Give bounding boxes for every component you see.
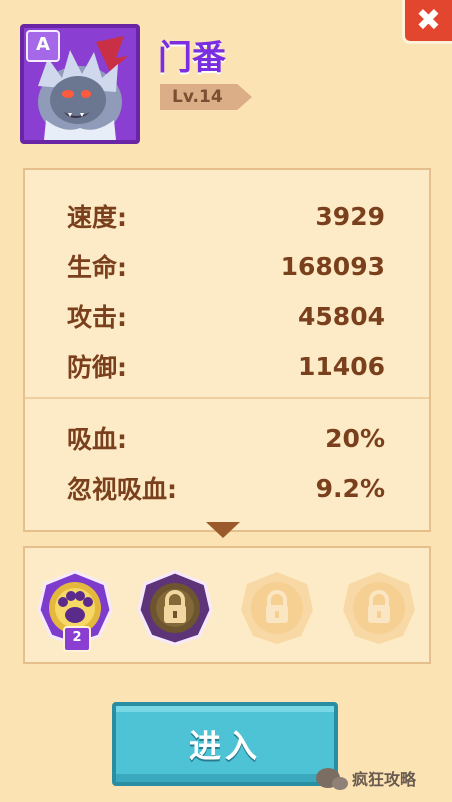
stat-row-lifesteal: 吸血: 20%	[67, 420, 385, 456]
stat-value: 3929	[315, 201, 385, 231]
stat-label: 速度:	[67, 203, 127, 232]
skill-slot-4[interactable]	[341, 570, 417, 646]
enter-button[interactable]: 进入	[112, 702, 338, 786]
watermark: 疯狂攻略	[316, 766, 416, 790]
stat-row-speed: 速度: 3929	[67, 198, 385, 234]
expand-arrow-icon[interactable]	[206, 522, 240, 538]
lock-icon	[343, 572, 415, 644]
stats-panel: 速度: 3929 生命: 168093 攻击: 45804 防御: 11406 …	[23, 168, 431, 532]
hero-name: 门番	[158, 38, 226, 78]
hero-portrait: A	[20, 24, 140, 144]
stat-label: 吸血:	[67, 425, 127, 454]
stat-label: 攻击:	[67, 303, 127, 332]
lock-icon	[241, 572, 313, 644]
lock-icon	[137, 570, 213, 646]
stat-row-hp: 生命: 168093	[67, 248, 385, 284]
close-icon: ✖	[415, 3, 442, 38]
skill-slot-1[interactable]: 2	[37, 570, 113, 652]
stat-label: 防御:	[67, 353, 127, 382]
stats-divider	[25, 397, 429, 399]
stat-row-ignore-lifesteal: 忽视吸血: 9.2%	[67, 470, 385, 506]
close-button[interactable]: ✖	[402, 0, 452, 44]
stat-value: 168093	[280, 251, 385, 281]
watermark-text: 疯狂攻略	[352, 770, 417, 789]
level-tag: Lv.14	[160, 84, 252, 110]
stat-value: 45804	[298, 301, 385, 331]
stat-row-attack: 攻击: 45804	[67, 298, 385, 334]
stat-value: 11406	[298, 351, 385, 381]
rank-badge: A	[26, 30, 60, 62]
skill-slot-2[interactable]	[137, 570, 213, 646]
skill-level-badge: 2	[63, 626, 91, 652]
stat-value: 9.2%	[315, 473, 385, 503]
stat-value: 20%	[325, 423, 385, 453]
wechat-icon	[316, 768, 348, 790]
stat-label: 忽视吸血:	[67, 475, 177, 504]
skills-panel: 2	[23, 546, 431, 664]
stat-label: 生命:	[67, 253, 127, 282]
enter-button-label: 进入	[188, 727, 261, 765]
skill-slot-3[interactable]	[239, 570, 315, 646]
stat-row-defense: 防御: 11406	[67, 348, 385, 384]
